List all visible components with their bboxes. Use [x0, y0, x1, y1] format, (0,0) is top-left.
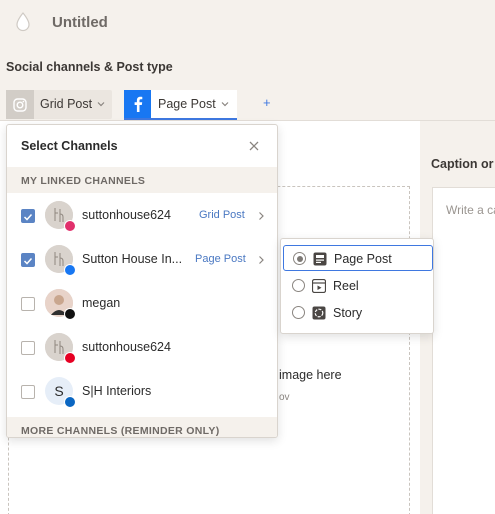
checkbox[interactable] — [21, 209, 35, 223]
tab-facebook-page-post[interactable]: Page Post — [124, 90, 237, 120]
drop-zone-subtext: ov — [279, 392, 290, 403]
drop-zone-text: image here — [279, 368, 342, 382]
tab-label: Page Post — [158, 97, 216, 111]
instagram-icon — [6, 90, 34, 119]
caption-input[interactable] — [432, 187, 495, 514]
reel-icon — [312, 279, 326, 293]
avatar: S — [45, 377, 76, 408]
channel-name: suttonhouse624 — [82, 208, 171, 222]
section-title: Social channels & Post type — [6, 60, 173, 74]
chevron-down-icon — [221, 102, 229, 107]
page-post-icon — [313, 252, 327, 266]
linked-channels-header: MY LINKED CHANNELS — [7, 167, 277, 193]
chevron-down-icon — [97, 102, 105, 107]
checkbox[interactable] — [21, 385, 35, 399]
avatar — [45, 245, 76, 276]
tab-label: Grid Post — [40, 97, 93, 111]
radio-button[interactable] — [292, 279, 305, 292]
menu-item-label: Reel — [333, 279, 359, 293]
tiktok-badge-icon — [64, 308, 76, 320]
post-type-menu: Page Post Reel Story — [280, 238, 434, 334]
close-icon[interactable] — [248, 140, 260, 152]
channel-row[interactable]: Sutton House In... Page Post — [7, 238, 277, 282]
channel-row[interactable]: megan — [7, 282, 277, 326]
checkmark-icon — [23, 257, 33, 265]
channel-name: megan — [82, 296, 121, 310]
menu-item-reel[interactable]: Reel — [283, 273, 433, 299]
dropdown-title: Select Channels — [21, 139, 118, 153]
document-title[interactable]: Untitled — [52, 14, 108, 31]
menu-item-page-post[interactable]: Page Post — [283, 245, 433, 271]
channel-name: Sutton House In... — [82, 252, 183, 266]
post-type-selector[interactable]: Page Post — [195, 253, 246, 265]
facebook-icon — [124, 90, 151, 118]
avatar — [45, 333, 76, 364]
checkbox[interactable] — [21, 253, 35, 267]
chevron-right-icon[interactable] — [256, 210, 266, 222]
dropdown-header: Select Channels — [7, 125, 277, 167]
caption-placeholder: Write a ca — [446, 203, 495, 217]
avatar — [45, 289, 76, 320]
more-channels-header: MORE CHANNELS (REMINDER ONLY) — [7, 417, 277, 437]
channel-row[interactable]: suttonhouse624 — [7, 326, 277, 370]
group-label: MY LINKED CHANNELS — [21, 175, 146, 187]
radio-button[interactable] — [293, 252, 306, 265]
select-channels-dropdown: Select Channels MY LINKED CHANNELS sutto… — [6, 124, 278, 438]
chevron-right-icon[interactable] — [256, 254, 266, 266]
drop-logo-icon — [16, 12, 30, 32]
add-channel-button[interactable]: + — [263, 95, 271, 110]
story-icon — [312, 306, 326, 320]
checkmark-icon — [23, 213, 33, 221]
caption-title: Caption or D — [431, 157, 495, 171]
group-label: MORE CHANNELS (REMINDER ONLY) — [21, 425, 220, 437]
menu-item-label: Story — [333, 306, 363, 320]
channel-name: S|H Interiors — [82, 384, 152, 398]
post-type-selector[interactable]: Grid Post — [199, 209, 245, 221]
pinterest-badge-icon — [64, 352, 76, 364]
checkbox[interactable] — [21, 341, 35, 355]
channel-row[interactable]: S S|H Interiors — [7, 370, 277, 414]
tab-instagram-grid-post[interactable]: Grid Post — [6, 90, 112, 119]
checkbox[interactable] — [21, 297, 35, 311]
menu-item-story[interactable]: Story — [283, 300, 433, 326]
channel-row[interactable]: suttonhouse624 Grid Post — [7, 194, 277, 238]
instagram-badge-icon — [64, 220, 76, 232]
avatar — [45, 201, 76, 232]
menu-item-label: Page Post — [334, 252, 392, 266]
linkedin-badge-icon — [64, 396, 76, 408]
facebook-badge-icon — [64, 264, 76, 276]
channel-name: suttonhouse624 — [82, 340, 171, 354]
radio-button[interactable] — [292, 306, 305, 319]
